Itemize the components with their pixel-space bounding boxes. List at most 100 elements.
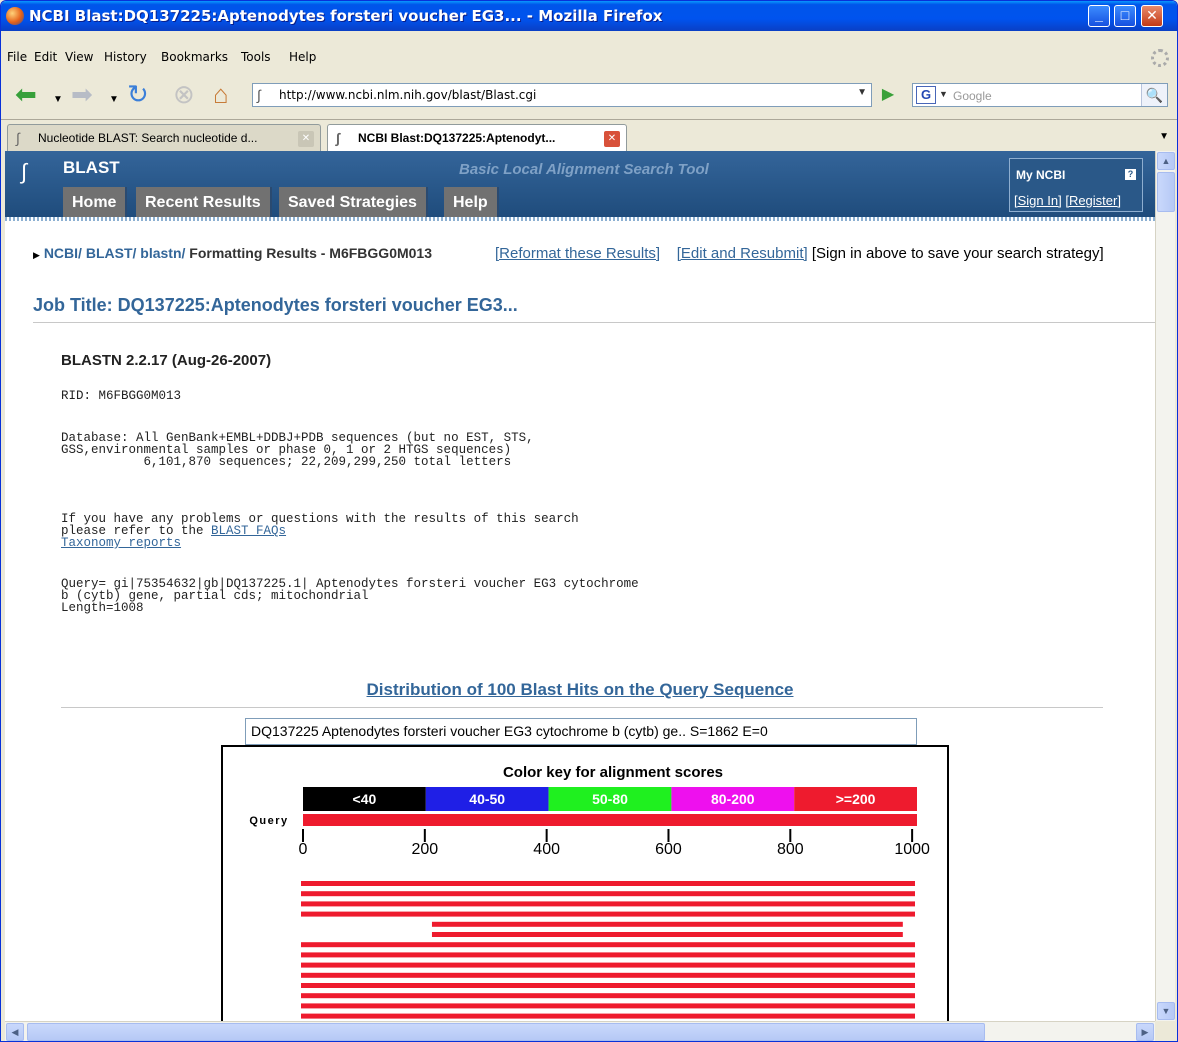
breadcrumb-blastn[interactable]: blastn/ xyxy=(140,245,185,261)
scroll-up-icon[interactable]: ▲ xyxy=(1157,152,1175,170)
my-ncbi-box: My NCBI ? [Sign In] [Register] xyxy=(1009,158,1143,212)
vertical-scrollbar[interactable]: ▲ ▼ xyxy=(1155,151,1175,1021)
blast-faqs-link[interactable]: BLAST FAQs xyxy=(211,524,286,538)
color-key-label: 50-80 xyxy=(592,791,628,807)
blast-version: BLASTN 2.2.17 (Aug-26-2007) xyxy=(61,352,272,369)
menu-file[interactable]: File xyxy=(7,50,27,64)
header-divider xyxy=(5,217,1155,221)
breadcrumb-blast[interactable]: BLAST/ xyxy=(86,245,137,261)
horizontal-scroll-thumb[interactable] xyxy=(27,1023,985,1041)
database-line-3: 6,101,870 sequences; 22,209,299,250 tota… xyxy=(61,455,512,469)
edit-resubmit-link[interactable]: [Edit and Resubmit] xyxy=(677,245,808,262)
hit-bar[interactable] xyxy=(301,891,915,897)
stop-icon[interactable]: ⊗ xyxy=(173,79,195,109)
horizontal-scrollbar[interactable]: ◀ ▶ xyxy=(5,1021,1155,1041)
forward-dropdown-icon[interactable]: ▼ xyxy=(109,85,119,115)
rid-text: RID: M6FBGG0M013 xyxy=(61,389,182,403)
tab-close-icon[interactable]: ✕ xyxy=(298,131,314,147)
list-all-tabs-icon[interactable]: ▼ xyxy=(1159,131,1169,142)
hit-bar[interactable] xyxy=(301,1003,915,1009)
hit-bars[interactable] xyxy=(301,881,915,1021)
maximize-button[interactable]: □ xyxy=(1114,5,1136,27)
hit-distribution-svg[interactable]: Color key for alignment scores <40 40-50 5… xyxy=(223,747,951,1021)
tab-ncbi-blast[interactable]: ∫ NCBI Blast:DQ137225:Aptenodyt... ✕ xyxy=(327,124,627,152)
search-engine-icon[interactable]: G xyxy=(916,86,936,104)
distribution-heading: Distribution of 100 Blast Hits on the Qu… xyxy=(5,680,1155,700)
hit-bar[interactable] xyxy=(301,901,915,907)
breadcrumb-ncbi[interactable]: NCBI/ xyxy=(44,245,82,261)
distribution-title-link[interactable]: Distribution of 100 Blast Hits on the Qu… xyxy=(367,680,794,699)
nav-recent-results[interactable]: Recent Results xyxy=(136,187,272,217)
hit-bar[interactable] xyxy=(301,993,915,999)
loading-throbber-icon xyxy=(1151,49,1169,67)
title-bar[interactable]: NCBI Blast:DQ137225:Aptenodytes forsteri… xyxy=(1,1,1177,31)
menu-bookmarks[interactable]: Bookmarks xyxy=(161,50,228,64)
back-dropdown-icon[interactable]: ▼ xyxy=(53,85,63,115)
hit-bar[interactable] xyxy=(301,952,915,958)
tab-label: Nucleotide BLAST: Search nucleotide d... xyxy=(38,131,258,145)
hit-distribution-graphic[interactable]: Color key for alignment scores <40 40-50 5… xyxy=(221,745,949,1021)
hit-bar[interactable] xyxy=(301,962,915,968)
sign-in-link[interactable]: [Sign In] xyxy=(1014,193,1062,208)
query-text: Query= gi|75354632|gb|DQ137225.1| Apteno… xyxy=(61,578,639,615)
tab-bar: ∫ Nucleotide BLAST: Search nucleotide d.… xyxy=(1,119,1177,152)
query-axis: 0 200 400 600 800 1000 xyxy=(299,814,930,858)
minimize-button[interactable]: _ xyxy=(1088,5,1110,27)
forward-arrow-icon[interactable]: ➡ xyxy=(71,79,93,109)
menu-help[interactable]: Help xyxy=(289,50,316,64)
tab-nucleotide-blast[interactable]: ∫ Nucleotide BLAST: Search nucleotide d.… xyxy=(7,124,321,152)
nav-help[interactable]: Help xyxy=(444,187,499,217)
search-box[interactable]: G ▼ Google 🔍 xyxy=(912,83,1168,107)
nav-saved-strategies[interactable]: Saved Strategies xyxy=(279,187,428,217)
go-arrow-icon[interactable]: ▶ xyxy=(878,85,898,105)
vertical-scroll-thumb[interactable] xyxy=(1157,172,1175,212)
scroll-down-icon[interactable]: ▼ xyxy=(1157,1002,1175,1020)
home-icon[interactable]: ⌂ xyxy=(213,79,229,109)
hit-bar[interactable] xyxy=(301,972,915,978)
search-icon[interactable]: 🔍 xyxy=(1141,84,1167,106)
engine-dropdown-icon[interactable]: ▼ xyxy=(939,89,948,99)
close-button[interactable]: ✕ xyxy=(1141,5,1163,27)
menu-tools[interactable]: Tools xyxy=(241,50,271,64)
axis-tick-label: 400 xyxy=(533,841,560,858)
register-link[interactable]: [Register] xyxy=(1065,193,1121,208)
hit-bar[interactable] xyxy=(431,932,903,937)
color-key-label: <40 xyxy=(353,791,377,807)
hit-bar[interactable] xyxy=(301,911,915,917)
color-key-label: >=200 xyxy=(836,791,876,807)
color-key-label: 80-200 xyxy=(711,791,755,807)
hit-bar[interactable] xyxy=(431,921,903,927)
scroll-right-icon[interactable]: ▶ xyxy=(1136,1023,1154,1041)
back-arrow-icon[interactable]: ⬅ xyxy=(15,79,37,109)
hit-bar[interactable] xyxy=(301,1013,915,1019)
menu-view[interactable]: View xyxy=(65,50,93,64)
search-input[interactable]: Google xyxy=(953,89,992,103)
hit-bar[interactable] xyxy=(301,942,915,948)
menu-bar: File Edit View History Bookmarks Tools H… xyxy=(1,45,1177,69)
address-bar[interactable]: ∫ http://www.ncbi.nlm.nih.gov/blast/Blas… xyxy=(252,83,872,107)
address-dropdown-icon[interactable]: ▼ xyxy=(857,87,867,98)
taxonomy-reports-link[interactable]: Taxonomy reports xyxy=(61,536,181,550)
menu-history[interactable]: History xyxy=(104,50,147,64)
help-question-icon[interactable]: ? xyxy=(1125,169,1136,180)
menu-edit[interactable]: Edit xyxy=(34,50,57,64)
axis-tick-label: 1000 xyxy=(894,841,930,858)
scroll-left-icon[interactable]: ◀ xyxy=(6,1023,24,1041)
reformat-results-link[interactable]: [Reformat these Results] xyxy=(495,245,660,262)
job-title: Job Title: DQ137225:Aptenodytes forsteri… xyxy=(33,295,518,315)
browser-window: NCBI Blast:DQ137225:Aptenodytes forsteri… xyxy=(0,0,1178,1042)
job-title-divider xyxy=(33,322,1155,323)
nav-home[interactable]: Home xyxy=(63,187,128,217)
window-title: NCBI Blast:DQ137225:Aptenodytes forsteri… xyxy=(29,7,663,25)
blast-brand: BLAST xyxy=(63,158,120,177)
breadcrumb-current: Formatting Results - M6FBGG0M013 xyxy=(189,245,432,261)
hit-info-field[interactable]: DQ137225 Aptenodytes forsteri voucher EG… xyxy=(245,718,917,745)
tab-favicon-icon: ∫ xyxy=(336,130,340,146)
hit-bar[interactable] xyxy=(301,983,915,988)
my-ncbi-links: [Sign In] [Register] xyxy=(1014,193,1121,208)
address-url[interactable]: http://www.ncbi.nlm.nih.gov/blast/Blast.… xyxy=(279,88,536,102)
tab-close-icon[interactable]: ✕ xyxy=(604,131,620,147)
reload-icon[interactable]: ↻ xyxy=(127,79,149,109)
hit-bar[interactable] xyxy=(301,881,915,886)
blast-subtitle: Basic Local Alignment Search Tool xyxy=(459,161,709,178)
